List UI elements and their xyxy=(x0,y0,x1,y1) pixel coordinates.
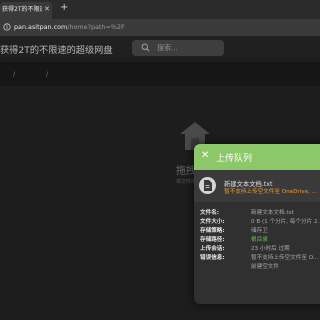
detail-value: 新建文本文档.txt xyxy=(251,210,295,216)
storage-path-link[interactable]: 根目录 xyxy=(251,235,268,243)
url-host: pan.asitpan.com xyxy=(14,23,68,31)
breadcrumb-separator: / xyxy=(13,71,16,78)
url-path: /home?path=%2F xyxy=(67,23,125,31)
tab-title: 获得2T的不限速超级网盘 xyxy=(2,6,42,13)
site-info-icon[interactable] xyxy=(3,23,11,31)
detail-value: 23 小时后 过期 xyxy=(251,246,290,252)
detail-value: 0 B (1 个分片, 每个分片 2... xyxy=(251,219,320,225)
search-icon xyxy=(141,43,150,52)
upload-queue-title: 上传队列 xyxy=(216,154,253,164)
detail-label: 文件大小: xyxy=(200,219,225,225)
new-tab-button[interactable]: + xyxy=(60,2,68,13)
tab-close-icon[interactable]: ✕ xyxy=(44,5,50,13)
address-bar[interactable]: pan.asitpan.com/home?path=%2F xyxy=(0,19,320,36)
browser-tab[interactable]: 获得2T的不限速超级网盘 ✕ xyxy=(0,2,52,19)
site-slogan[interactable]: 获得2T的不限速的超级网盘 xyxy=(0,42,113,56)
detail-value: 前建空文件 xyxy=(251,264,279,270)
search-input[interactable]: 搜索... xyxy=(132,40,224,56)
detail-label: 错误信息: xyxy=(200,255,225,261)
detail-label: 存储策略: xyxy=(200,228,225,234)
upload-error-message: 暂不支持上传空文件至 OneDrive, ... xyxy=(224,189,317,195)
detail-value: 暂不支持上传空文件至 O... xyxy=(251,255,319,261)
detail-label: 存储路径: xyxy=(200,237,225,243)
text-file-icon xyxy=(199,177,216,194)
url-text[interactable]: pan.asitpan.com/home?path=%2F xyxy=(14,23,125,31)
detail-label: 上传会话: xyxy=(200,246,225,252)
upload-queue-header[interactable] xyxy=(194,144,320,170)
detail-value: 储存卫 xyxy=(251,228,268,234)
breadcrumb-separator: / xyxy=(46,71,49,78)
search-placeholder: 搜索... xyxy=(157,44,178,52)
close-icon[interactable]: ✕ xyxy=(201,150,209,161)
detail-label: 文件名: xyxy=(200,210,220,216)
